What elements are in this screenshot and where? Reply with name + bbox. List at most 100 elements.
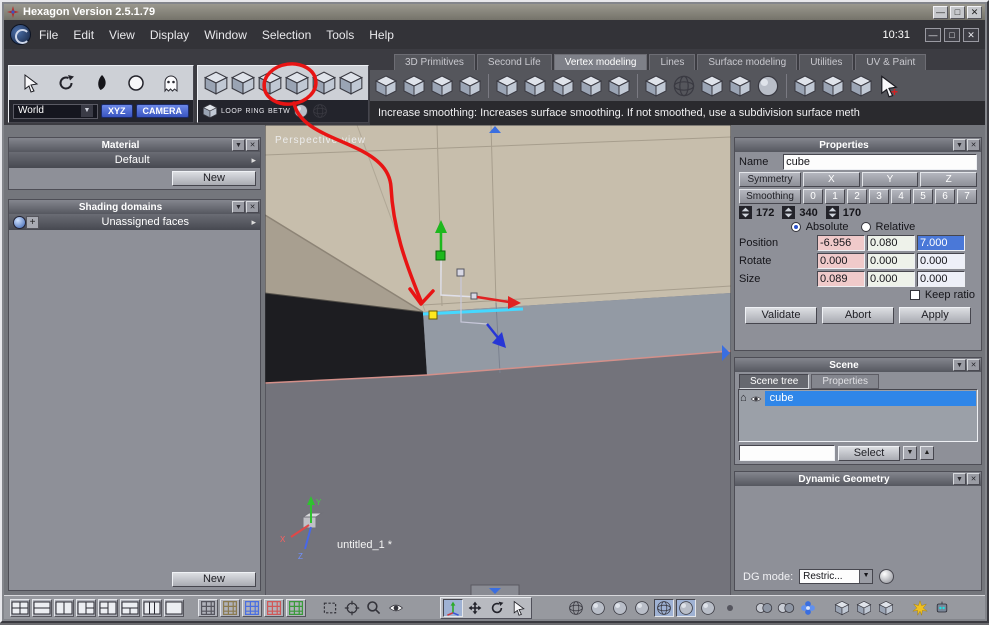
menu-display[interactable]: Display — [150, 28, 189, 42]
shading-ghost-icon[interactable] — [698, 599, 718, 617]
expand-icon[interactable]: ▸ — [251, 155, 256, 166]
layout-rows-icon[interactable] — [32, 598, 52, 617]
display-cube-icon[interactable] — [832, 599, 852, 617]
shading-mode-selected-icon[interactable] — [654, 598, 674, 617]
vertex-tool-icon[interactable] — [551, 74, 575, 98]
layout-three-cols-icon[interactable] — [142, 598, 162, 617]
tab-lines[interactable]: Lines — [649, 54, 696, 70]
vertex-tool-icon[interactable] — [458, 74, 482, 98]
rotate-x-field[interactable] — [817, 253, 865, 269]
symmetry-x-button[interactable]: X — [803, 172, 860, 187]
loop-label[interactable]: LOOP — [221, 108, 242, 115]
edge-count-spinner-icon[interactable] — [782, 206, 795, 219]
cube-tool-icon[interactable] — [230, 70, 256, 96]
face-count-spinner-icon[interactable] — [826, 206, 839, 219]
light-icon[interactable] — [910, 599, 930, 617]
root-icon[interactable]: ⌂ — [740, 392, 747, 405]
close-icon[interactable]: ✕ — [246, 201, 259, 213]
vertex-tool-icon[interactable] — [523, 74, 547, 98]
rotate-tool-icon[interactable] — [487, 599, 507, 617]
collapse-icon[interactable]: ▼ — [953, 139, 966, 151]
mdi-close-icon[interactable]: ✕ — [963, 27, 979, 42]
xyz-button[interactable]: XYZ — [100, 104, 133, 118]
grid-toggle-icon[interactable] — [198, 598, 218, 617]
rotate-y-field[interactable] — [867, 253, 915, 269]
menu-selection[interactable]: Selection — [262, 28, 311, 42]
tab-3d-primitives[interactable]: 3D Primitives — [394, 54, 475, 70]
loop-mode-icon[interactable] — [293, 103, 309, 119]
visibility-icon[interactable] — [386, 599, 406, 617]
symmetry-z-button[interactable]: Z — [920, 172, 978, 187]
close-icon[interactable]: ✕ — [967, 5, 982, 19]
layout-left-big-icon[interactable] — [76, 598, 96, 617]
grid-xz-icon[interactable] — [264, 598, 284, 617]
size-y-field[interactable] — [867, 271, 915, 287]
symmetry-view-icon[interactable] — [798, 599, 818, 617]
smoothing-level-7[interactable]: 7 — [957, 189, 977, 204]
cube-tool-icon-circled[interactable] — [257, 70, 283, 96]
smoothing-level-1[interactable]: 1 — [825, 189, 845, 204]
close-icon[interactable]: ✕ — [967, 139, 980, 151]
shading-textured-icon[interactable] — [632, 599, 652, 617]
material-item-row[interactable]: Default ▸ — [9, 152, 260, 168]
collapse-icon[interactable]: ▼ — [953, 359, 966, 371]
material-new-button[interactable]: New — [172, 171, 256, 186]
expand-icon[interactable]: ▸ — [251, 217, 256, 228]
snap-grid-icon[interactable] — [220, 598, 240, 617]
scene-tree-row[interactable]: ⌂ cube — [740, 391, 976, 406]
vertex-tool-icon[interactable] — [793, 74, 817, 98]
tab-vertex-modeling[interactable]: Vertex modeling — [553, 54, 648, 70]
vertex-tool-icon[interactable] — [728, 74, 752, 98]
shading-smooth-icon[interactable] — [610, 599, 630, 617]
smoothing-level-6[interactable]: 6 — [935, 189, 955, 204]
position-z-field[interactable] — [917, 235, 965, 251]
vertex-tool-icon[interactable] — [402, 74, 426, 98]
properties-titlebar[interactable]: Properties ▼ ✕ — [735, 138, 981, 152]
ring-mode-icon[interactable] — [312, 103, 328, 119]
shading-points-icon[interactable] — [720, 599, 740, 617]
display-cube2-icon[interactable] — [854, 599, 874, 617]
validate-button[interactable]: Validate — [745, 307, 817, 324]
vertex-tool-icon[interactable] — [700, 74, 724, 98]
scene-titlebar[interactable]: Scene ▼ ✕ — [735, 358, 981, 372]
collapse-icon[interactable]: ▼ — [232, 201, 245, 213]
vertex-tool-icon[interactable] — [607, 74, 631, 98]
vertex-count-spinner-icon[interactable] — [739, 206, 752, 219]
tab-utilities[interactable]: Utilities — [799, 54, 854, 70]
assistant-robot-icon[interactable] — [932, 599, 952, 617]
smoothing-level-4[interactable]: 4 — [891, 189, 911, 204]
maximize-icon[interactable]: □ — [950, 5, 965, 19]
select-cursor-icon[interactable] — [21, 73, 41, 93]
scale-tool-icon[interactable] — [509, 599, 529, 617]
shading-panel-titlebar[interactable]: Shading domains ▼ ✕ — [9, 200, 260, 214]
material-panel-titlebar[interactable]: Material ▼ ✕ — [9, 138, 260, 152]
between-label[interactable]: BETW — [268, 108, 290, 115]
display-cube3-icon[interactable] — [876, 599, 896, 617]
layout-right-big-icon[interactable] — [98, 598, 118, 617]
vertex-tool-icon[interactable] — [495, 74, 519, 98]
lasso-curve-icon[interactable] — [91, 73, 111, 93]
dg-mode-dropdown[interactable]: Restric... ▼ — [799, 569, 874, 584]
tab-scene-properties[interactable]: Properties — [811, 374, 879, 389]
mirror-icon[interactable] — [776, 599, 796, 617]
menu-tools[interactable]: Tools — [326, 28, 354, 42]
cube-tool-icon[interactable] — [284, 70, 310, 96]
scene-up-icon[interactable]: ▲ — [920, 446, 934, 460]
ring-label[interactable]: RING — [245, 108, 265, 115]
menu-window[interactable]: Window — [204, 28, 247, 42]
smoothing-button[interactable]: Smoothing — [739, 189, 801, 204]
vertex-tool-icon[interactable] — [672, 74, 696, 98]
cube-tool-icon[interactable] — [203, 70, 229, 96]
size-x-field[interactable] — [817, 271, 865, 287]
add-domain-icon[interactable]: + — [26, 215, 39, 229]
edge-select-icon[interactable] — [202, 103, 218, 119]
scene-down-icon[interactable]: ▼ — [903, 446, 917, 460]
absolute-radio[interactable] — [790, 222, 801, 232]
layout-quad-icon[interactable] — [10, 598, 30, 617]
position-x-field[interactable] — [817, 235, 865, 251]
manipulator-axis-icon[interactable] — [443, 598, 463, 617]
position-y-field[interactable] — [867, 235, 915, 251]
close-icon[interactable]: ✕ — [246, 139, 259, 151]
keep-ratio-checkbox[interactable] — [909, 290, 920, 300]
smoothing-level-5[interactable]: 5 — [913, 189, 933, 204]
